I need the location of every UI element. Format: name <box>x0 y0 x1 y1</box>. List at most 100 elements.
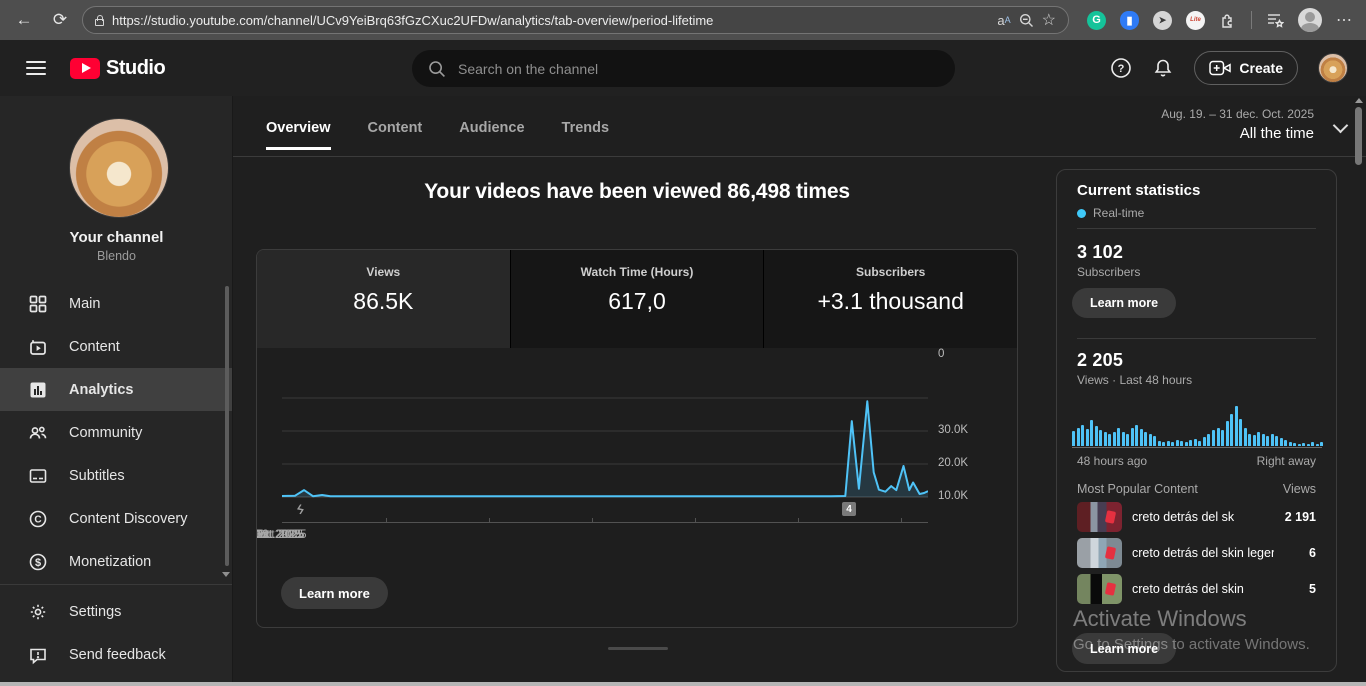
realtime-bars-axis <box>1072 447 1322 448</box>
date-range-selector[interactable]: Aug. 19. – 31 dec. Oct. 2025 All the tim… <box>1161 107 1314 142</box>
metric-value: 86.5K <box>257 288 510 315</box>
create-button[interactable]: Create <box>1194 51 1298 85</box>
current-statistics-card: Current statistics Real-time 3 102 Subsc… <box>1056 169 1337 672</box>
shield-extension-icon[interactable]: ▮ <box>1120 11 1139 30</box>
views-line-chart[interactable] <box>282 390 928 502</box>
upload-count-badge[interactable]: 4 <box>842 502 856 516</box>
channel-search-input[interactable]: Search on the channel <box>412 50 955 87</box>
help-icon[interactable]: ? <box>1110 57 1132 79</box>
realtime-learn-more-button[interactable]: Learn more <box>1072 633 1176 664</box>
sidebar-item-label: Content <box>69 339 120 355</box>
realtime-bar <box>1212 430 1215 446</box>
metric-views[interactable]: Views 86.5K <box>257 250 510 348</box>
url-text[interactable]: https://studio.youtube.com/channel/UCv9Y… <box>112 13 989 28</box>
translate-icon[interactable]: aA <box>997 13 1010 28</box>
sidebar-scroll-down-icon[interactable] <box>222 572 230 577</box>
realtime-bar <box>1077 428 1080 446</box>
sidebar-item-label: Send feedback <box>69 647 166 663</box>
sidebar-item-label: Monetization <box>69 554 151 570</box>
realtime-bar <box>1126 434 1129 446</box>
realtime-bar <box>1113 432 1116 446</box>
notifications-bell-icon[interactable] <box>1152 57 1174 79</box>
sidebar-item-community[interactable]: Community <box>0 411 232 454</box>
https-lock-icon[interactable] <box>95 19 104 26</box>
browser-refresh-button[interactable]: ⟳ <box>46 6 74 34</box>
channel-avatar[interactable] <box>69 118 169 218</box>
realtime-bar <box>1167 441 1170 446</box>
realtime-bar <box>1311 442 1314 446</box>
sidebar-scrollbar[interactable] <box>225 286 229 566</box>
realtime-bar <box>1176 440 1179 446</box>
channel-handle: Blendo <box>0 249 233 263</box>
date-range-text: Aug. 19. – 31 dec. Oct. 2025 <box>1161 107 1314 121</box>
shorts-upload-marker-icon[interactable]: ϟ <box>296 501 306 517</box>
chevron-down-icon[interactable] <box>1333 118 1349 134</box>
browser-menu-icon[interactable]: ⋯ <box>1336 10 1353 30</box>
copyright-icon: C <box>28 509 48 529</box>
overview-chart-card: Views 86.5K Watch Time (Hours) 617,0 Sub… <box>256 249 1018 628</box>
tab-audience[interactable]: Audience <box>459 120 524 150</box>
cursor-extension-icon[interactable]: ➤ <box>1153 11 1172 30</box>
realtime-bar <box>1298 444 1301 446</box>
realtime-bar <box>1131 428 1134 446</box>
lite-extension-icon[interactable]: Lite <box>1186 11 1205 30</box>
tab-content[interactable]: Content <box>368 120 423 150</box>
video-views: 5 <box>1309 582 1316 596</box>
realtime-bar <box>1117 428 1120 446</box>
realtime-bar <box>1171 442 1174 446</box>
account-avatar[interactable] <box>1318 53 1348 83</box>
tab-trends[interactable]: Trends <box>562 120 610 150</box>
sidebar-item-analytics[interactable]: Analytics <box>0 368 232 411</box>
scroll-up-icon[interactable] <box>1355 98 1363 103</box>
popular-content-row[interactable]: creto detrás del skin legendar… 6 <box>1077 538 1316 568</box>
sidebar-item-content[interactable]: Content <box>0 325 232 368</box>
realtime-bar <box>1135 425 1138 446</box>
bookmark-star-icon[interactable]: ☆ <box>1042 10 1056 30</box>
popular-content-row[interactable]: creto detrás del skin 5 <box>1077 574 1316 604</box>
realtime-bar <box>1144 432 1147 446</box>
collections-icon[interactable] <box>1266 11 1284 29</box>
realtime-bar <box>1122 432 1125 446</box>
youtube-studio-logo[interactable]: Studio <box>70 57 165 80</box>
metric-watch-time[interactable]: Watch Time (Hours) 617,0 <box>510 250 764 348</box>
grammarly-extension-icon[interactable]: G <box>1087 11 1106 30</box>
extensions-puzzle-icon[interactable] <box>1219 11 1237 29</box>
learn-more-button[interactable]: Learn more <box>281 577 388 609</box>
address-bar[interactable]: https://studio.youtube.com/channel/UCv9Y… <box>82 6 1069 34</box>
youtube-play-icon <box>70 58 100 79</box>
browser-profile-avatar[interactable] <box>1298 8 1322 32</box>
realtime-bar <box>1275 436 1278 446</box>
video-thumbnail <box>1077 574 1122 604</box>
page-scrollbar[interactable] <box>1354 98 1363 680</box>
realtime-bar-chart[interactable] <box>1072 406 1324 446</box>
sidebar-item-settings[interactable]: Settings <box>0 590 232 633</box>
realtime-row: Real-time <box>1077 206 1144 220</box>
metric-subscribers[interactable]: Subscribers +3.1 thousand <box>763 250 1017 348</box>
popular-content-header: Most Popular Content <box>1077 482 1198 496</box>
section-divider-dash <box>608 647 668 650</box>
sidebar-item-subtitles[interactable]: Subtitles <box>0 454 232 497</box>
hamburger-menu-icon[interactable] <box>26 61 46 75</box>
sidebar-item-main[interactable]: Main <box>0 282 232 325</box>
studio-header: Studio Search on the channel ? Create <box>0 40 1366 96</box>
sidebar-item-content-discovery[interactable]: C Content Discovery <box>0 497 232 540</box>
scrollbar-thumb[interactable] <box>1355 107 1362 165</box>
realtime-label: Real-time <box>1093 206 1144 220</box>
tab-overview[interactable]: Overview <box>266 120 331 150</box>
metric-label: Subscribers <box>764 265 1017 279</box>
subscribers-learn-more-button[interactable]: Learn more <box>1072 288 1176 318</box>
realtime-bar <box>1271 434 1274 446</box>
realtime-dot-icon <box>1077 209 1086 218</box>
metric-value: 617,0 <box>511 288 764 315</box>
browser-back-button[interactable]: ← <box>10 6 38 34</box>
sidebar-item-monetization[interactable]: $ Monetization <box>0 540 232 583</box>
zoom-out-icon[interactable] <box>1019 13 1034 28</box>
realtime-bar <box>1095 426 1098 446</box>
subtitles-icon <box>28 466 48 486</box>
sidebar-item-send-feedback[interactable]: Send feedback <box>0 633 232 676</box>
youtube-studio-analytics-page: { "browser": { "url": "https://studio.yo… <box>0 0 1366 686</box>
bars-left-label: 48 hours ago <box>1077 454 1147 468</box>
popular-content-row[interactable]: creto detrás del sk 2 191 <box>1077 502 1316 532</box>
realtime-bar <box>1284 440 1287 446</box>
realtime-bar <box>1244 428 1247 446</box>
